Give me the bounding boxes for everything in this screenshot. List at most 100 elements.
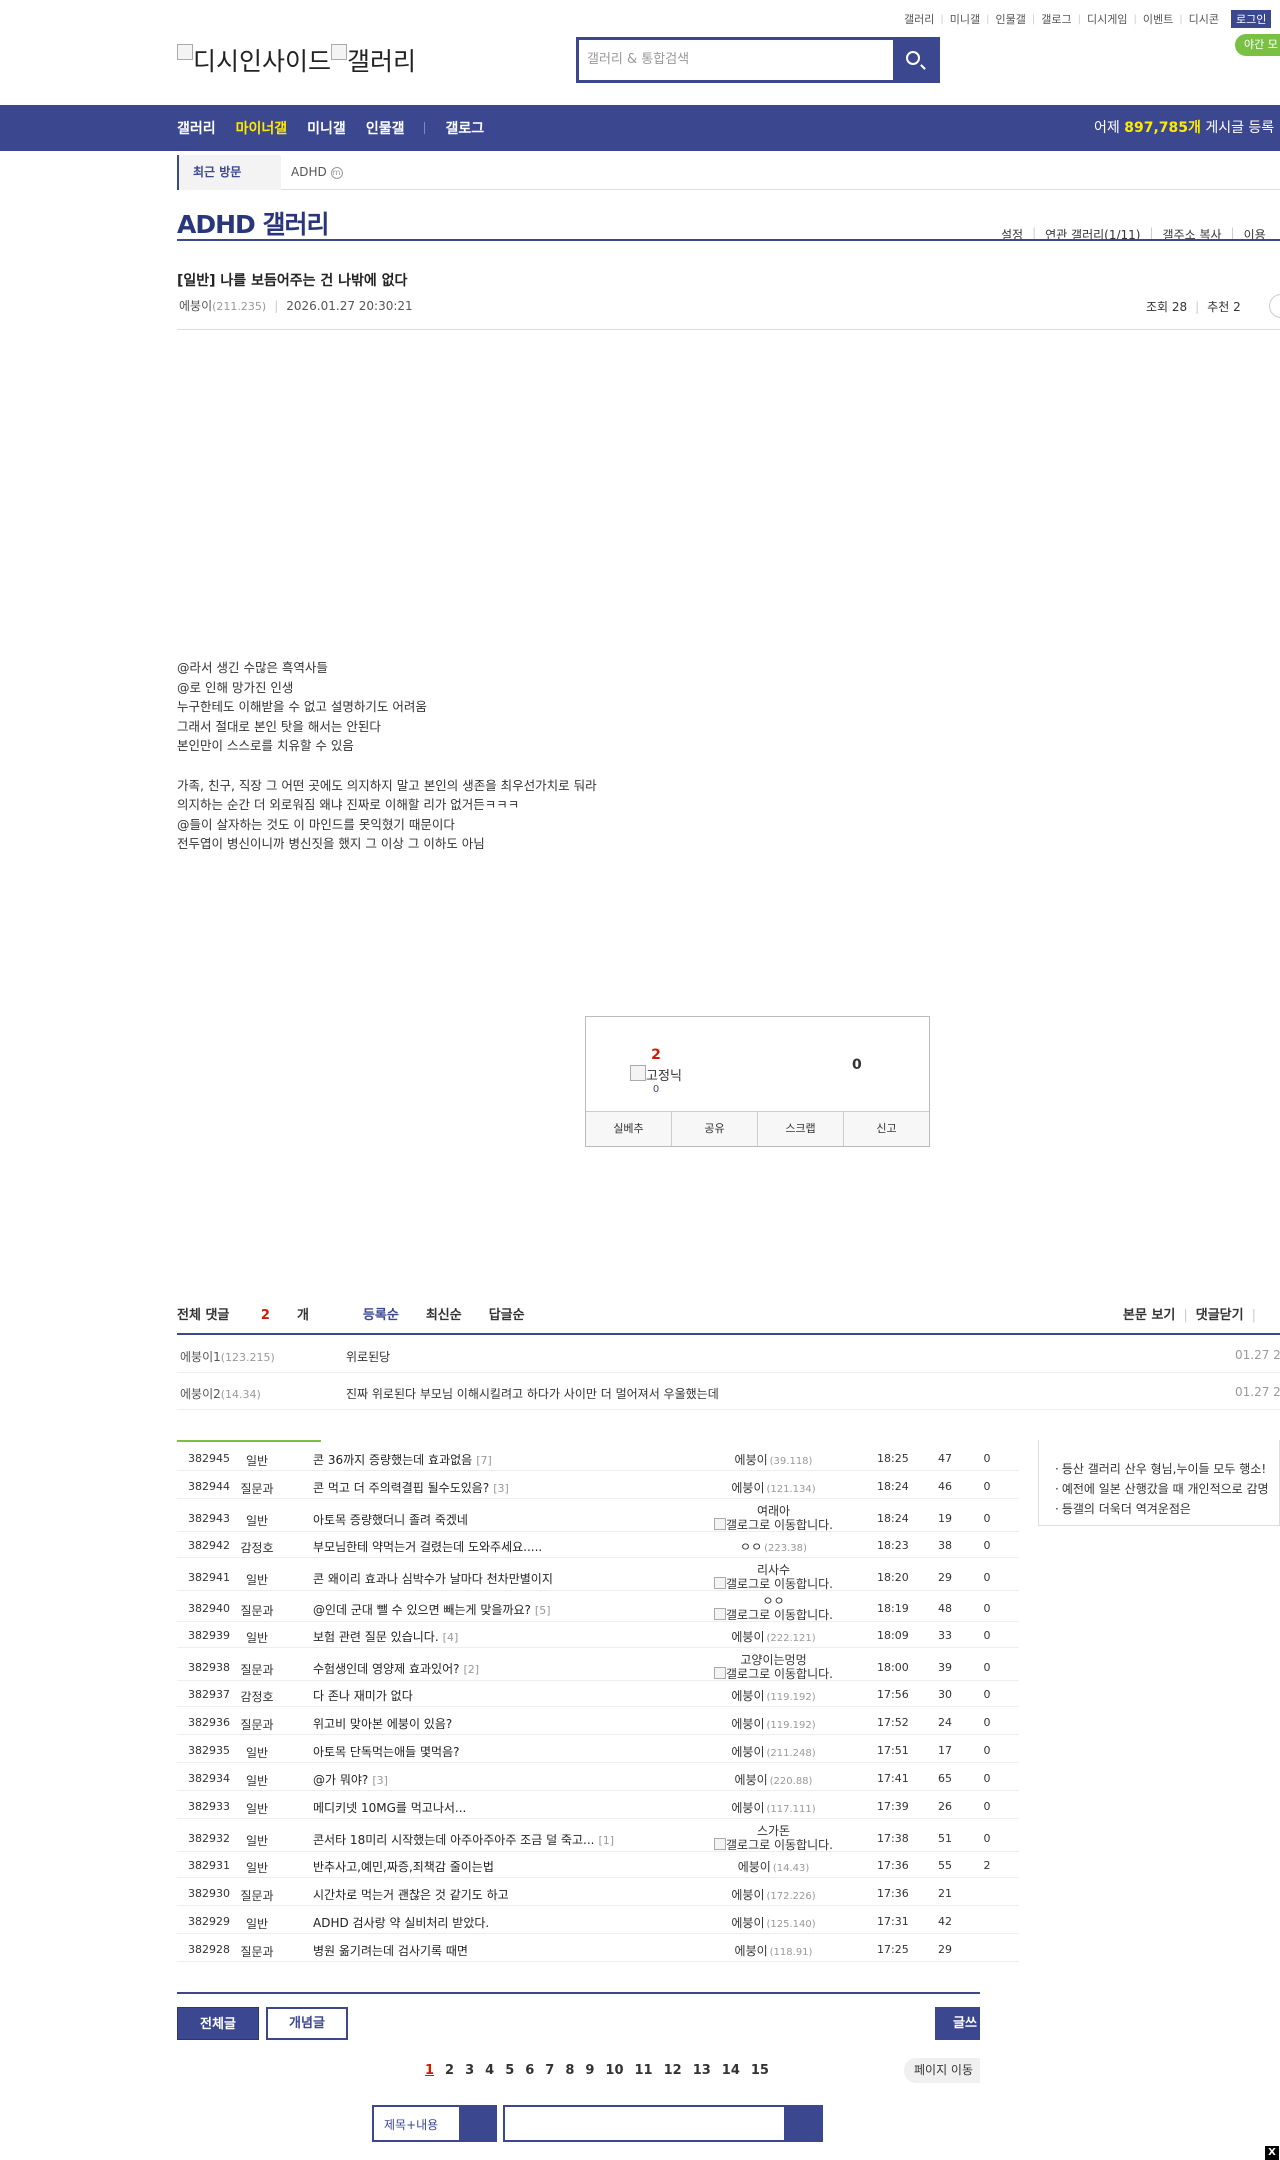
search-type-select[interactable]: 제목+내용 xyxy=(372,2105,497,2142)
side-best-item[interactable]: 등산 갤러리 산우 형님,누이들 모두 행소! xyxy=(1055,1460,1266,1477)
article-row[interactable]: 382938 질문과 수험생인데 영양제 효과있어? [2] 고양이는멍멍 갤로그로 이동… xyxy=(177,1653,1019,1681)
nav-minor-gallery[interactable]: 마이너갤 xyxy=(236,118,288,138)
report-button[interactable]: 신고 xyxy=(844,1112,929,1146)
all-posts-button[interactable]: 전체글 xyxy=(177,2007,259,2040)
article-subject[interactable]: @인데 군대 뺄 수 있으면 빼는게 맞을까요? [5] xyxy=(313,1601,551,1618)
article-row[interactable]: 382942 감정호 부모님한테 약먹는거 걸렸는데 도와주세요..... ㅇㅇ (22… xyxy=(177,1535,1019,1558)
article-subject[interactable]: 위고비 맞아본 에붕이 있음? xyxy=(313,1715,452,1732)
post-option-button[interactable] xyxy=(1269,294,1280,318)
search-button[interactable] xyxy=(893,40,937,80)
nav-person-gallery[interactable]: 인물갤 xyxy=(366,118,405,138)
article-writer[interactable]: ㅇㅇ 갤로그로 이동합니다. xyxy=(692,1594,855,1622)
silbe-recommend-button[interactable]: 실베추 xyxy=(586,1112,672,1146)
article-row[interactable]: 382933 일반 메디키넷 10MG를 먹고나서... 에붕이 (117.111) 17… xyxy=(177,1796,1019,1819)
article-subject[interactable]: 수험생인데 영양제 효과있어? [2] xyxy=(313,1660,479,1677)
top-link-event[interactable]: 이벤트 xyxy=(1143,11,1173,27)
side-best-item[interactable]: 예전에 일본 산행갔을 때 개인적으로 감명 xyxy=(1055,1480,1269,1497)
article-row[interactable]: 382944 질문과 콘 먹고 더 주의력결핍 될수도있음? [3] 에붕이 (121.1… xyxy=(177,1476,1019,1499)
article-writer[interactable]: 에붕이 (119.192) xyxy=(692,1687,855,1704)
article-subject[interactable]: 부모님한테 약먹는거 걸렸는데 도와주세요..... xyxy=(313,1538,542,1555)
article-subject[interactable]: 메디키넷 10MG를 먹고나서... xyxy=(313,1799,466,1816)
article-subject[interactable]: 아토목 증량했더니 졸려 죽겠네 xyxy=(313,1511,468,1528)
article-writer[interactable]: 에붕이 (118.91) xyxy=(692,1942,855,1959)
top-link-dcgame[interactable]: 디시게임 xyxy=(1087,11,1127,27)
gallog-link[interactable]: 갤로그로 이동합니다. xyxy=(692,1608,855,1622)
sort-registered-tab[interactable]: 등록순 xyxy=(363,1304,399,1323)
login-button[interactable]: 로그인 xyxy=(1230,10,1272,28)
comment-nick[interactable]: 에붕이2(14.34) xyxy=(180,1385,261,1402)
article-row[interactable]: 382935 일반 아토목 단독먹는애들 몇먹음? 에붕이 (211.248) 17:51… xyxy=(177,1740,1019,1763)
article-subject[interactable]: @가 뭐야? [3] xyxy=(313,1771,388,1788)
article-row[interactable]: 382937 감정호 다 존나 재미가 없다 에붕이 (119.192) 17:56 30 0 xyxy=(177,1684,1019,1707)
page-link[interactable]: 9 xyxy=(585,2063,594,2078)
sort-latest-tab[interactable]: 최신순 xyxy=(426,1304,462,1323)
article-row[interactable]: 382939 일반 보험 관련 질문 있습니다. [4] 에붕이 (222.121) 18:… xyxy=(177,1625,1019,1648)
recent-visit-item[interactable]: ADHD m xyxy=(291,155,343,190)
article-subject[interactable]: 콘서타 18미리 시작했는데 아주아주아주 조금 덜 죽고... [1] xyxy=(313,1831,614,1848)
article-subject[interactable]: 시간차로 먹는거 괜찮은 것 같기도 하고 xyxy=(313,1886,509,1903)
article-writer[interactable]: 에붕이 (119.192) xyxy=(692,1715,855,1732)
article-writer[interactable]: 에붕이 (117.111) xyxy=(692,1799,855,1816)
article-row[interactable]: 382932 일반 콘서타 18미리 시작했는데 아주아주아주 조금 덜 죽고...… xyxy=(177,1824,1019,1852)
write-button[interactable]: 글쓰 xyxy=(935,2007,980,2040)
sort-reply-tab[interactable]: 답글순 xyxy=(489,1304,525,1323)
concept-posts-button[interactable]: 개념글 xyxy=(266,2007,348,2040)
recommend-down-count[interactable]: 0 xyxy=(852,1057,862,1073)
article-subject[interactable]: ADHD 검사랑 약 실비처리 받았다. xyxy=(313,1914,489,1931)
page-link[interactable]: 1 xyxy=(425,2063,434,2078)
article-writer[interactable]: ㅇㅇ (223.38) xyxy=(692,1538,855,1555)
article-row[interactable]: 382930 질문과 시간차로 먹는거 괜찮은 것 같기도 하고 에붕이 (172.22… xyxy=(177,1883,1019,1906)
scrap-button[interactable]: 스크랩 xyxy=(758,1112,844,1146)
article-row[interactable]: 382928 질문과 병원 옮기려는데 검사기록 때면 에붕이 (118.91) 17:2… xyxy=(177,1939,1019,1962)
gallery-title[interactable]: ADHD 갤러리 xyxy=(177,205,329,241)
page-move-button[interactable]: 페이지 이동 xyxy=(904,2058,980,2083)
bottom-search-button[interactable] xyxy=(784,2107,821,2140)
site-logo[interactable]: 디시인사이드 갤러리 xyxy=(177,42,416,78)
article-writer[interactable]: 에붕이 (14.43) xyxy=(692,1858,855,1875)
gallog-link[interactable]: 갤로그로 이동합니다. xyxy=(692,1577,855,1591)
article-writer[interactable]: 여래아 갤로그로 이동합니다. xyxy=(692,1504,855,1532)
article-subject[interactable]: 아토목 단독먹는애들 몇먹음? xyxy=(313,1743,459,1760)
page-link[interactable]: 4 xyxy=(485,2063,494,2078)
article-row[interactable]: 382936 질문과 위고비 맞아본 에붕이 있음? 에붕이 (119.192) 17:5… xyxy=(177,1712,1019,1735)
share-button[interactable]: 공유 xyxy=(672,1112,758,1146)
close-comments-link[interactable]: 댓글닫기 xyxy=(1196,1308,1244,1323)
page-link[interactable]: 5 xyxy=(505,2063,514,2078)
article-row[interactable]: 382934 일반 @가 뭐야? [3] 에붕이 (220.88) 17:41 65 0 xyxy=(177,1768,1019,1791)
nav-gallery[interactable]: 갤러리 xyxy=(177,118,216,138)
page-link[interactable]: 3 xyxy=(465,2063,474,2078)
top-link-gallery[interactable]: 갤러리 xyxy=(904,11,934,27)
article-row[interactable]: 382941 일반 콘 왜이리 효과나 심박수가 날마다 천차만별이지 리사수 갤로그로… xyxy=(177,1563,1019,1591)
article-subject[interactable]: 콘 왜이리 효과나 심박수가 날마다 천차만별이지 xyxy=(313,1570,553,1587)
gallog-link[interactable]: 갤로그로 이동합니다. xyxy=(692,1667,855,1681)
article-writer[interactable]: 스가돈 갤로그로 이동합니다. xyxy=(692,1824,855,1852)
view-body-link[interactable]: 본문 보기 xyxy=(1123,1308,1175,1323)
night-mode-button[interactable]: 야간 모 xyxy=(1235,34,1280,56)
page-link[interactable]: 11 xyxy=(635,2063,653,2078)
article-row[interactable]: 382929 일반 ADHD 검사랑 약 실비처리 받았다. 에붕이 (125.140)… xyxy=(177,1911,1019,1934)
comment-nick[interactable]: 에붕이1(123.215) xyxy=(180,1348,275,1365)
recent-visit-label[interactable]: 최근 방문 xyxy=(177,155,281,190)
article-subject[interactable]: 반추사고,예민,짜증,죄책감 줄이는법 xyxy=(313,1858,494,1875)
gallog-link[interactable]: 갤로그로 이동합니다. xyxy=(692,1838,855,1852)
page-link[interactable]: 10 xyxy=(605,2063,623,2078)
page-link[interactable]: 15 xyxy=(751,2063,769,2078)
page-link[interactable]: 7 xyxy=(545,2063,554,2078)
article-subject[interactable]: 병원 옮기려는데 검사기록 때면 xyxy=(313,1942,468,1959)
article-writer[interactable]: 에붕이 (121.134) xyxy=(692,1479,855,1496)
article-row[interactable]: 382931 일반 반추사고,예민,짜증,죄책감 줄이는법 에붕이 (14.43) 17:… xyxy=(177,1855,1019,1878)
side-best-item[interactable]: 등갤의 더욱더 역겨운점은 xyxy=(1055,1500,1191,1517)
top-link-person[interactable]: 인물갤 xyxy=(996,11,1026,27)
page-link[interactable]: 6 xyxy=(525,2063,534,2078)
recommend-up-button[interactable]: 2 고정닉 0 xyxy=(626,1047,686,1095)
article-writer[interactable]: 고양이는멍멍 갤로그로 이동합니다. xyxy=(692,1653,855,1681)
article-subject[interactable]: 다 존나 재미가 없다 xyxy=(313,1687,413,1704)
article-row[interactable]: 382940 질문과 @인데 군대 뺄 수 있으면 빼는게 맞을까요? [5] ㅇㅇ 갤로… xyxy=(177,1594,1019,1622)
page-link[interactable]: 13 xyxy=(693,2063,711,2078)
article-row[interactable]: 382945 일반 콘 36까지 증량했는데 효과없음 [7] 에붕이 (39.118) 1… xyxy=(177,1448,1019,1471)
article-subject[interactable]: 콘 먹고 더 주의력결핍 될수도있음? [3] xyxy=(313,1479,509,1496)
article-subject[interactable]: 보험 관련 질문 있습니다. [4] xyxy=(313,1628,458,1645)
article-row[interactable]: 382943 일반 아토목 증량했더니 졸려 죽겠네 여래아 갤로그로 이동합니다. 18… xyxy=(177,1504,1019,1532)
page-link[interactable]: 14 xyxy=(722,2063,740,2078)
article-writer[interactable]: 에붕이 (222.121) xyxy=(692,1628,855,1645)
